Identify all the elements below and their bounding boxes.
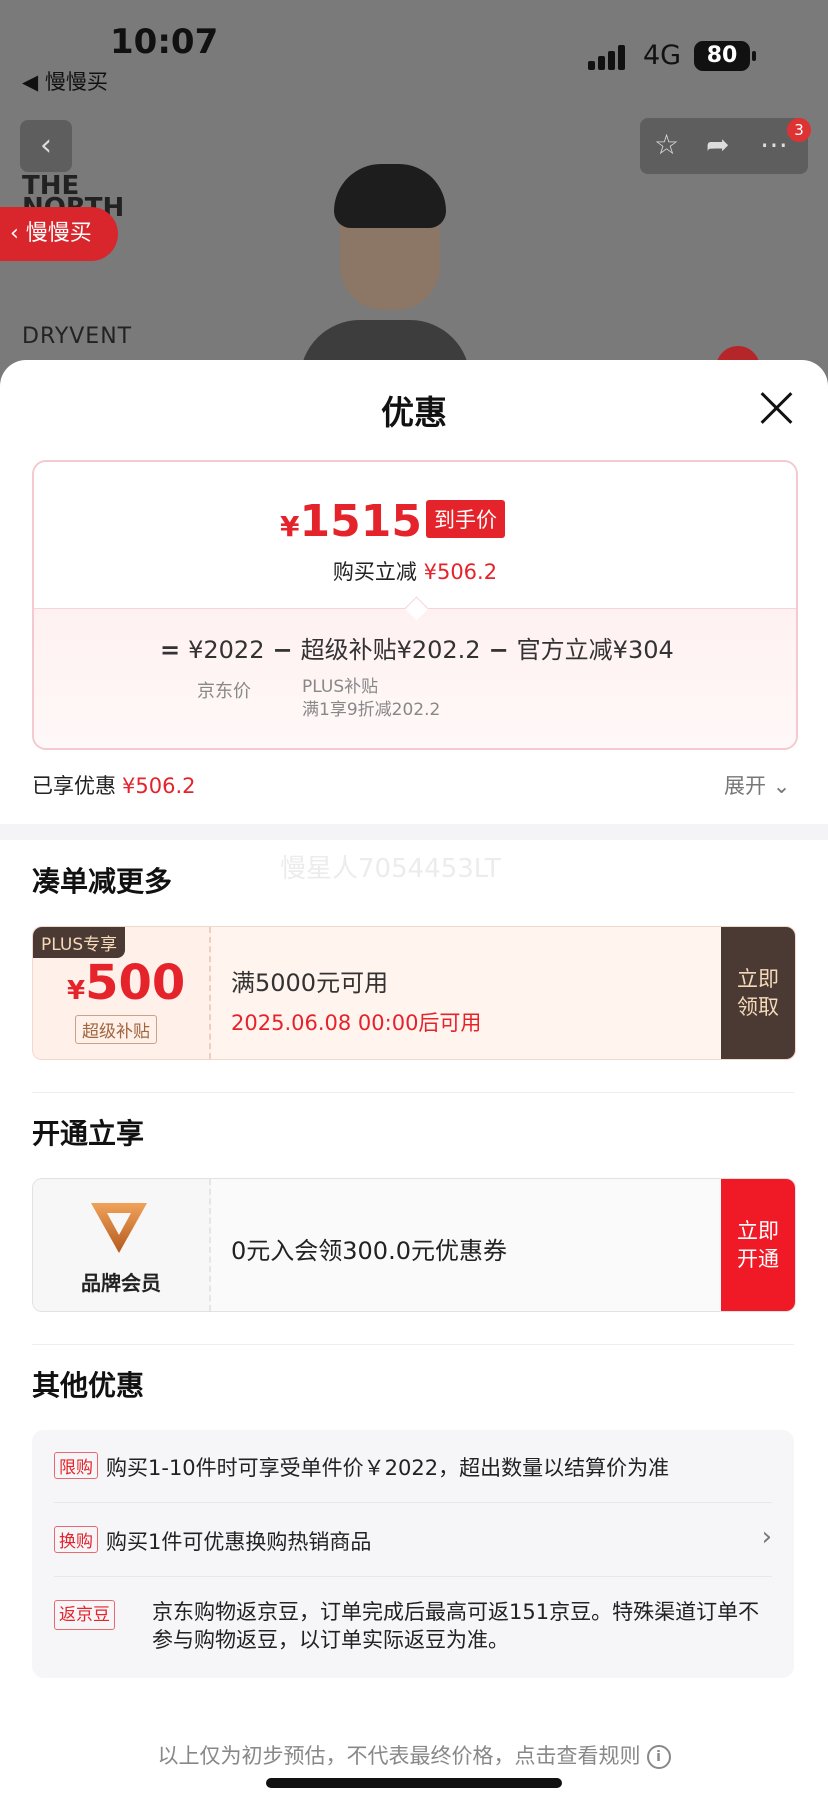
coupon-amount: ¥500	[67, 955, 186, 1011]
battery-icon: 80	[694, 41, 756, 71]
offer-row-exchange[interactable]: 换购 购买1件可优惠换购热销商品	[54, 1526, 772, 1556]
brand-member-card: 品牌会员 0元入会领300.0元优惠券 立即开通	[32, 1178, 796, 1312]
enjoyed-discount: 已享优惠 ¥506.2	[32, 774, 196, 798]
divider	[32, 1092, 794, 1093]
nav-actions: ☆ ➦ ⋯	[640, 118, 808, 174]
signal-icon	[588, 44, 628, 70]
price-formula: = ¥2022− 超级补贴¥202.2− 官方立减¥304	[160, 636, 674, 664]
home-indicator	[266, 1778, 562, 1788]
subsidy-note: PLUS补贴 满1享9折减202.2	[302, 677, 441, 720]
share-icon[interactable]: ➦	[706, 128, 729, 161]
network-label: 4G	[643, 40, 682, 71]
discount-sheet: 优惠 ¥1515.8 到手价 购买立减 ¥506.2 =¥2022−超级补贴¥2…	[0, 360, 828, 1795]
offer-divider	[54, 1576, 772, 1577]
info-icon[interactable]: i	[646, 1745, 671, 1769]
status-back-app[interactable]: ◀ 慢慢买	[22, 66, 108, 96]
more-icon[interactable]: ⋯	[760, 128, 788, 161]
save-line: 购买立减 ¥506.2	[332, 560, 498, 584]
notification-badge: 3	[787, 118, 811, 142]
member-offer: 0元入会领300.0元优惠券	[231, 1237, 507, 1265]
offer-row-limit: 限购 购买1-10件时可享受单件价￥2022，超出数量以结算价为准	[54, 1452, 772, 1482]
sheet-title: 优惠	[381, 393, 447, 432]
back-to-app-button[interactable]: ‹ 慢慢买	[0, 207, 118, 261]
star-icon[interactable]: ☆	[654, 128, 679, 161]
offer-tag: 换购	[54, 1526, 98, 1553]
claim-coupon-button[interactable]: 立即领取	[721, 927, 795, 1059]
background-page: 10:07 ◀ 慢慢买 4G 80 ‹ ☆ ➦ ⋯ 3 THE NORTH FA…	[0, 0, 828, 390]
offer-tag: 限购	[54, 1452, 98, 1479]
coupon-tag: 超级补贴	[75, 1015, 157, 1044]
section-title-more: 凑单减更多	[32, 865, 173, 898]
brand-member-logo-icon	[91, 1203, 147, 1253]
open-member-button[interactable]: 立即开通	[721, 1179, 795, 1311]
member-name: 品牌会员	[81, 1271, 161, 1295]
jd-price-label: 京东价	[197, 681, 251, 702]
other-offers: 限购 购买1-10件时可享受单件价￥2022，超出数量以结算价为准 换购 购买1件可…	[32, 1430, 794, 1678]
section-title-open: 开通立享	[32, 1117, 145, 1150]
plus-coupon: PLUS专享 ¥500 超级补贴 满5000元可用 2025.06.08 00:…	[32, 926, 796, 1060]
coupon-left: PLUS专享 ¥500 超级补贴	[33, 927, 211, 1059]
coupon-date: 2025.06.08 00:00后可用	[231, 1011, 482, 1035]
section-title-other: 其他优惠	[32, 1369, 145, 1402]
brand-sub-label: DRYVENT	[22, 324, 133, 349]
coupon-condition: 满5000元可用	[231, 969, 389, 997]
chevron-right-icon[interactable]: ›	[762, 1522, 772, 1552]
back-icon[interactable]: ‹	[20, 120, 72, 172]
divider	[32, 1344, 794, 1345]
status-time: 10:07	[110, 22, 219, 62]
watermark: 慢星人7054453LT	[280, 854, 501, 884]
expand-button[interactable]: 展开 ⌄	[724, 770, 790, 800]
footer-note[interactable]: 以上仅为初步预估，不代表最终价格，点击查看规则 i	[0, 1740, 828, 1770]
product-image	[300, 164, 470, 390]
offer-tag: 返京豆	[54, 1600, 115, 1630]
price-card: ¥1515.8 到手价 购买立减 ¥506.2 =¥2022−超级补贴¥202.…	[32, 460, 798, 750]
final-price-tag: 到手价	[426, 500, 505, 538]
member-left: 品牌会员	[33, 1179, 211, 1311]
section-gap	[0, 824, 828, 840]
chevron-down-icon: ⌄	[772, 774, 791, 798]
offer-divider	[54, 1502, 772, 1503]
plus-tag: PLUS专享	[33, 927, 126, 958]
close-icon[interactable]	[758, 390, 794, 426]
offer-row-beans: 返京豆 京东购物返京豆，订单完成后最高可返151京豆。特殊渠道订单不参与购物返豆，…	[54, 1598, 772, 1654]
